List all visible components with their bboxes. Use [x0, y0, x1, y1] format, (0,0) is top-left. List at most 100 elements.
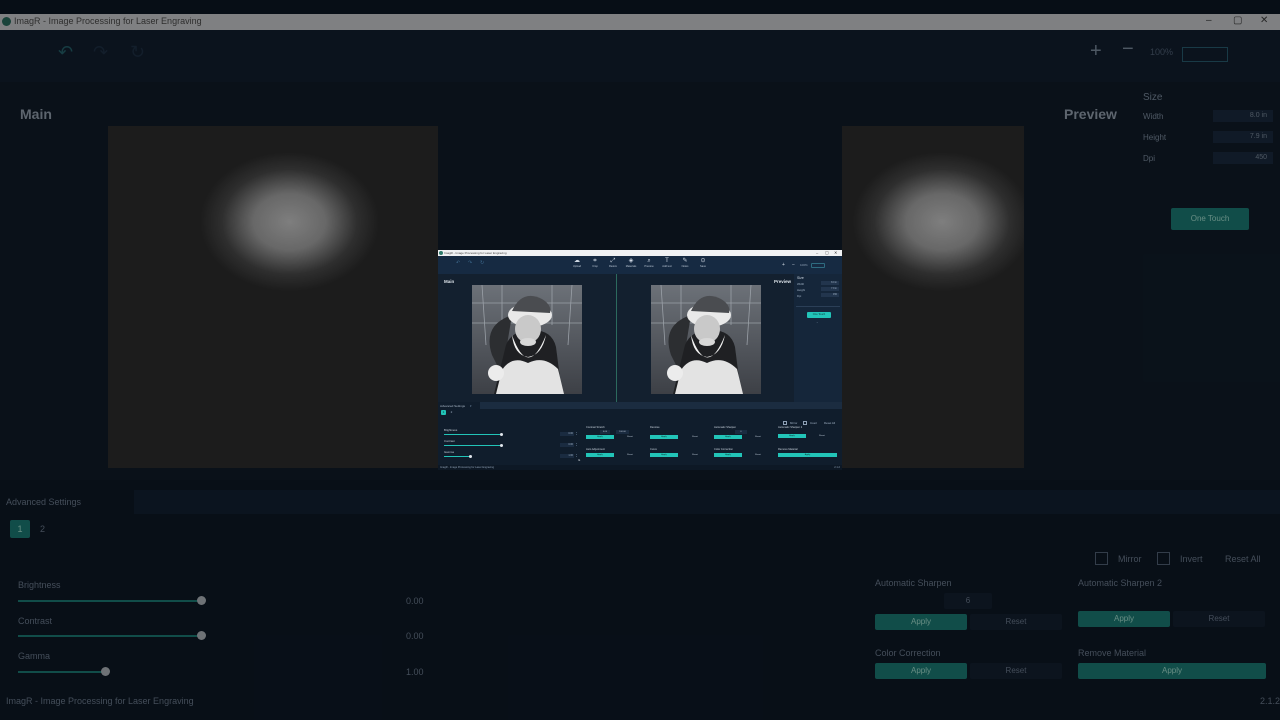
- page-2-button[interactable]: 2: [449, 410, 454, 415]
- contrast-stretch-apply-button[interactable]: Apply: [586, 435, 614, 439]
- upload-button[interactable]: ☁ Upload: [568, 258, 586, 272]
- materials-label: Materials: [625, 265, 637, 268]
- undo-icon[interactable]: ↶: [456, 260, 460, 266]
- contrast-stretch-low[interactable]: 0.00: [600, 430, 610, 434]
- gamma-stepper[interactable]: ▴ ▾: [576, 454, 577, 458]
- auto-adjustment-apply-button[interactable]: Apply: [586, 453, 614, 457]
- auto-adjustment-reset-button[interactable]: Reset: [616, 453, 644, 457]
- color-correction-apply-button[interactable]: Apply: [714, 453, 742, 457]
- auto-sharpen-stepper[interactable]: 6: [735, 430, 747, 434]
- height-field[interactable]: 7.9 in: [821, 287, 839, 291]
- resize-label: Resize: [609, 265, 617, 268]
- view-toggle[interactable]: [811, 263, 825, 268]
- status-bar: ImagR - Image Processing for Laser Engra…: [438, 465, 842, 470]
- notes-label: Notes: [681, 265, 689, 268]
- contrast-value[interactable]: 0.00: [560, 443, 574, 447]
- text-icon: T: [665, 258, 669, 264]
- contrast-slider-track[interactable]: [444, 445, 502, 446]
- upload-label: Upload: [572, 265, 582, 268]
- auto-sharpen-2-title: Automatic Sharpen 2: [778, 426, 803, 429]
- brightness-slider-track[interactable]: [444, 434, 502, 435]
- preview-tool-label: Preview: [644, 265, 654, 268]
- app-logo-icon: [439, 251, 443, 255]
- preview-pane-label: Preview: [774, 279, 792, 284]
- advanced-settings: Advanced Settings ▾ 1 2 Mirror Invert Re…: [438, 402, 842, 465]
- version-label: 2.1.2: [834, 466, 840, 469]
- caret-down-icon[interactable]: ▾: [470, 404, 472, 408]
- canvas-area: Main Preview: [438, 274, 794, 402]
- app-window: ImagR - Image Processing for Laser Engra…: [438, 250, 842, 470]
- materials-button[interactable]: ◈ Materials: [622, 258, 640, 272]
- mirror-checkbox[interactable]: [783, 421, 787, 425]
- auto-sharpen-2-reset-button[interactable]: Reset: [808, 434, 836, 438]
- contrast-stretch-reset-button[interactable]: Reset: [616, 435, 644, 439]
- denoise-title: Denoise: [650, 426, 660, 429]
- santa-photo: [472, 285, 582, 394]
- auto-sharpen-reset-button[interactable]: Reset: [744, 435, 772, 439]
- main-image[interactable]: [472, 285, 582, 394]
- save-button[interactable]: ⊙ Save: [694, 258, 712, 272]
- crop-button[interactable]: ⌗ Crop: [586, 258, 604, 272]
- contrast-slider-knob[interactable]: [500, 444, 503, 447]
- auto-sharpen-apply-button[interactable]: Apply: [714, 435, 742, 439]
- upload-icon: ☁: [574, 258, 580, 264]
- advanced-settings-bar: [480, 402, 842, 409]
- contrast-label: Contrast: [444, 439, 455, 443]
- dpi-label: Dpi: [797, 294, 802, 298]
- resize-button[interactable]: ⤢ Resize: [604, 258, 622, 272]
- mouse-cursor-icon: ➤: [578, 458, 581, 462]
- notes-icon: ✎: [682, 258, 688, 264]
- mirror-label: Mirror: [790, 421, 798, 425]
- contrast-stretch-high[interactable]: 100.00: [616, 430, 629, 434]
- chevron-down-icon[interactable]: ⌄: [816, 320, 819, 324]
- magnify-icon: ⌕: [647, 258, 651, 264]
- gamma-value[interactable]: 1.00: [560, 454, 574, 458]
- save-icon: ⊙: [700, 258, 706, 264]
- color-correction-reset-button[interactable]: Reset: [744, 453, 772, 457]
- brightness-stepper[interactable]: ▴ ▾: [576, 432, 577, 436]
- remove-material-apply-button[interactable]: Apply: [778, 453, 837, 457]
- redo-icon[interactable]: ↷: [468, 260, 472, 266]
- size-panel-separator: [796, 306, 840, 307]
- main-pane-label: Main: [444, 279, 455, 284]
- denoise-apply-button[interactable]: Apply: [650, 435, 678, 439]
- gamma-slider-knob[interactable]: [468, 455, 472, 458]
- curve-apply-button[interactable]: Apply: [650, 453, 678, 457]
- size-title: Size: [797, 276, 804, 280]
- pane-divider[interactable]: [616, 274, 617, 402]
- minus-icon[interactable]: −: [792, 262, 795, 268]
- remove-material-title: Remove Material: [778, 448, 798, 451]
- brightness-value[interactable]: 0.00: [560, 432, 574, 436]
- crop-icon: ⌗: [593, 258, 597, 264]
- santa-preview-photo: [651, 285, 761, 394]
- invert-label: Invert: [810, 421, 817, 425]
- crop-label: Crop: [592, 265, 598, 268]
- gamma-label: Gamma: [444, 450, 454, 454]
- height-label: Height: [797, 288, 806, 292]
- refresh-icon[interactable]: ↻: [480, 260, 484, 266]
- notes-button[interactable]: ✎ Notes: [676, 258, 694, 272]
- gamma-slider-track[interactable]: [444, 456, 471, 457]
- save-label: Save: [700, 265, 706, 268]
- plus-icon[interactable]: +: [782, 262, 785, 268]
- invert-checkbox[interactable]: [803, 421, 807, 425]
- color-correction-title: Color Correction: [714, 448, 733, 451]
- auto-sharpen-2-apply-button[interactable]: Apply: [778, 434, 806, 438]
- curve-reset-button[interactable]: Reset: [681, 453, 709, 457]
- advanced-settings-header[interactable]: Advanced Settings: [440, 404, 465, 408]
- preview-button[interactable]: ⌕ Preview: [640, 258, 658, 272]
- denoise-reset-button[interactable]: Reset: [681, 435, 709, 439]
- auto-sharpen-title: Automatic Sharpen: [714, 426, 737, 429]
- size-panel: Size Width 8.0 in Height 7.9 in Dpi 450 …: [794, 274, 842, 402]
- page-1-button[interactable]: 1: [441, 410, 446, 415]
- reset-all-button[interactable]: Reset All: [824, 421, 835, 425]
- dpi-field[interactable]: 450: [821, 293, 839, 297]
- preview-image: [651, 285, 761, 394]
- brightness-slider-knob[interactable]: [500, 433, 503, 436]
- contrast-stepper[interactable]: ▴ ▾: [576, 443, 577, 447]
- contrast-stretch-title: Contrast Stretch: [586, 426, 605, 429]
- auto-adjustment-title: Auto Adjustment: [586, 448, 605, 451]
- add-text-button[interactable]: T Add text: [658, 258, 676, 272]
- width-field[interactable]: 8.0 in: [821, 281, 839, 285]
- one-touch-button[interactable]: One Touch: [807, 312, 831, 318]
